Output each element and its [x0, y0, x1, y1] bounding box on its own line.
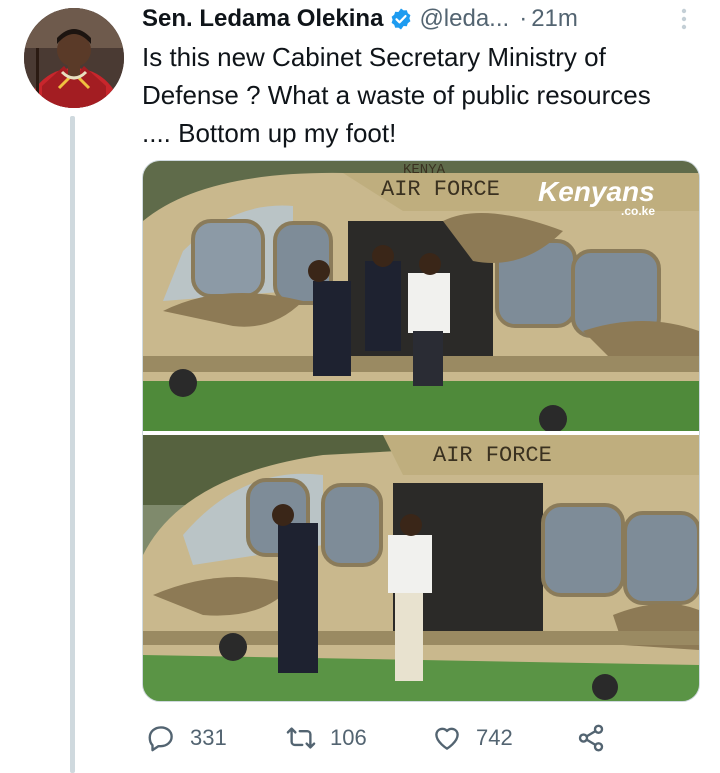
more-options-icon[interactable]	[672, 6, 696, 32]
author-name[interactable]: Sen. Ledama Olekina	[142, 5, 383, 33]
like-button[interactable]: 742	[432, 718, 513, 758]
avatar-image	[24, 8, 124, 108]
retweet-icon	[286, 727, 316, 749]
retweet-count: 106	[330, 725, 367, 750]
svg-text:Kenyans: Kenyans	[538, 176, 655, 207]
tweet-header: Sen. Ledama Olekina @leda... · 21m	[142, 4, 696, 34]
helicopter-photo-top[interactable]: Kenyans .co.ke AIR FORCE KENYA	[143, 161, 699, 431]
share-icon	[578, 724, 604, 752]
tweet-actions: 331 106 742	[142, 718, 622, 758]
thread-line	[70, 116, 75, 773]
like-count: 742	[476, 725, 513, 750]
reply-icon	[148, 726, 173, 752]
helicopter-photo-bottom[interactable]: AIR FORCE	[143, 435, 699, 701]
separator-dot: ·	[519, 5, 528, 32]
heart-icon	[435, 727, 459, 750]
author-avatar[interactable]	[24, 8, 124, 108]
retweet-button[interactable]: 106	[286, 718, 367, 758]
heli-marking-top: AIR FORCE	[381, 177, 500, 202]
tweet-timestamp[interactable]: 21m	[531, 5, 578, 33]
tweet-media[interactable]: Kenyans .co.ke AIR FORCE KENYA AIR FORCE	[142, 160, 700, 702]
heli-marking-partial: KENYA	[403, 162, 446, 178]
share-button[interactable]	[576, 718, 606, 758]
tweet-text: Is this new Cabinet Secretary Ministry o…	[142, 42, 651, 148]
reply-count: 331	[190, 725, 227, 750]
reply-button[interactable]: 331	[146, 718, 227, 758]
verified-badge-icon	[389, 7, 413, 31]
svg-text:.co.ke: .co.ke	[621, 204, 655, 218]
heli-marking-bottom: AIR FORCE	[433, 443, 552, 468]
author-handle[interactable]: @leda...	[419, 5, 509, 33]
